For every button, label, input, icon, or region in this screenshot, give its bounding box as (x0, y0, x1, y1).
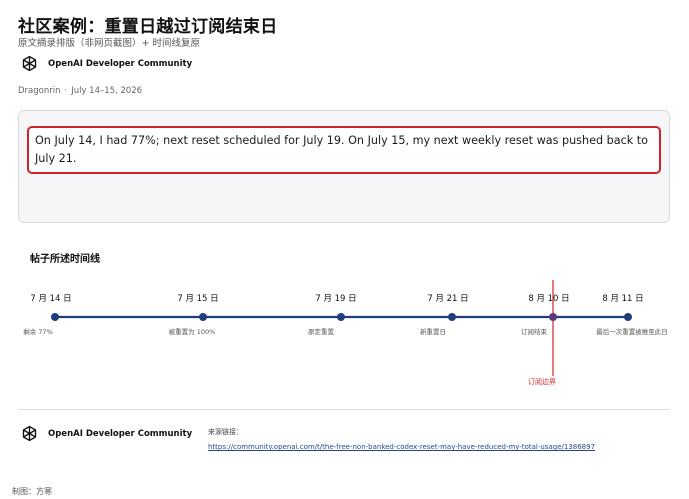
community-name: OpenAI Developer Community (48, 428, 193, 439)
event-caption-4: 新重置日 (420, 327, 446, 336)
event-dot-2 (199, 313, 207, 321)
event-caption-5: 订阅结束 (521, 327, 548, 336)
event-date-6: 8 月 11 日 (602, 294, 643, 304)
post-meta: Dragonrin · July 14–15, 2026 (18, 86, 142, 96)
page-title: 社区案例：重置日越过订阅结束日 (18, 17, 278, 37)
event-date-4: 7 月 21 日 (427, 294, 468, 304)
community-brand-bottom: OpenAI Developer Community (20, 424, 192, 443)
timeline-title: 帖子所述时间线 (30, 254, 100, 265)
event-dot-4 (448, 313, 456, 321)
source-label: 来源链接： (208, 428, 243, 436)
quote-card: On July 14, I had 77%; next reset schedu… (18, 110, 670, 223)
source-link[interactable]: https://community.openai.com/t/the-free-… (208, 443, 595, 451)
event-dot-6 (624, 313, 632, 321)
event-dot-3 (337, 313, 345, 321)
event-date-3: 7 月 19 日 (315, 294, 356, 304)
highlighted-quote: On July 14, I had 77%; next reset schedu… (27, 126, 661, 174)
event-caption-3: 原定重置 (308, 327, 335, 336)
event-date-2: 7 月 15 日 (177, 294, 218, 304)
event-caption-6: 最后一次重置被推至此日 (596, 327, 668, 336)
community-name: OpenAI Developer Community (48, 58, 193, 69)
openai-logo-icon (22, 425, 37, 442)
event-caption-1: 剩余 77% (23, 327, 53, 336)
event-dot-5 (549, 313, 557, 321)
post-dates: July 14–15, 2026 (71, 86, 143, 96)
openai-logo-icon (22, 55, 37, 72)
event-caption-2: 被重置为 100% (169, 327, 216, 336)
subscription-boundary-label: 订阅边界 (528, 377, 556, 386)
chart-credit: 制图：方寒 (12, 487, 52, 496)
event-date-5: 8 月 10 日 (528, 294, 569, 304)
community-brand-top: OpenAI Developer Community (20, 54, 192, 73)
event-date-1: 7 月 14 日 (30, 294, 71, 304)
meta-separator: · (64, 86, 68, 96)
timeline-chart: 订阅边界 7 月 14 日 剩余 77% 7 月 15 日 被重置为 100% … (23, 280, 668, 386)
post-author[interactable]: Dragonrin (18, 86, 60, 96)
page-subtitle: 原文摘录排版（非网页截图）+ 时间线复原 (18, 38, 200, 49)
event-dot-1 (51, 313, 59, 321)
section-divider (18, 409, 670, 410)
source-block: 来源链接： https://community.openai.com/t/the… (208, 427, 595, 451)
